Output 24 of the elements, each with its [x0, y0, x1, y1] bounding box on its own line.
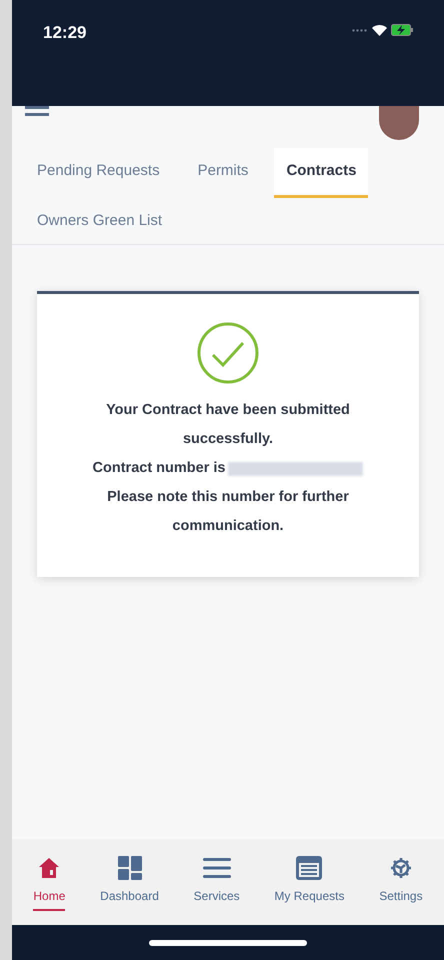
dashboard-icon	[116, 854, 143, 880]
menu-icon[interactable]	[25, 106, 49, 116]
check-circle-icon	[197, 322, 259, 384]
nav-item[interactable]: Dashboard	[100, 854, 159, 910]
nav-item[interactable]: My Requests	[274, 854, 344, 910]
battery-charging-icon	[391, 24, 413, 36]
success-message: Your Contract have been submitted successfully.	[105, 401, 351, 449]
tab[interactable]: Permits	[186, 148, 260, 198]
signal-dots-icon	[352, 28, 368, 32]
status-time: 12:29	[43, 22, 86, 44]
note-text: Please note this number for further communication.	[106, 488, 350, 536]
home-icon	[37, 856, 62, 880]
menu-icon	[202, 856, 231, 878]
tab[interactable]: Owners Green List	[25, 198, 174, 244]
list-window-icon	[295, 854, 324, 880]
nav-item[interactable]: Settings	[379, 854, 423, 910]
wifi-icon	[372, 24, 387, 36]
tab[interactable]: Contracts	[274, 148, 368, 198]
contract-number-label: Contract number is	[92, 459, 226, 478]
avatar[interactable]	[379, 106, 419, 140]
settings-icon	[388, 856, 413, 880]
nav-item[interactable]: Services	[194, 854, 240, 910]
nav-item[interactable]: Home	[33, 854, 66, 910]
tab[interactable]: Pending Requests	[25, 148, 172, 198]
